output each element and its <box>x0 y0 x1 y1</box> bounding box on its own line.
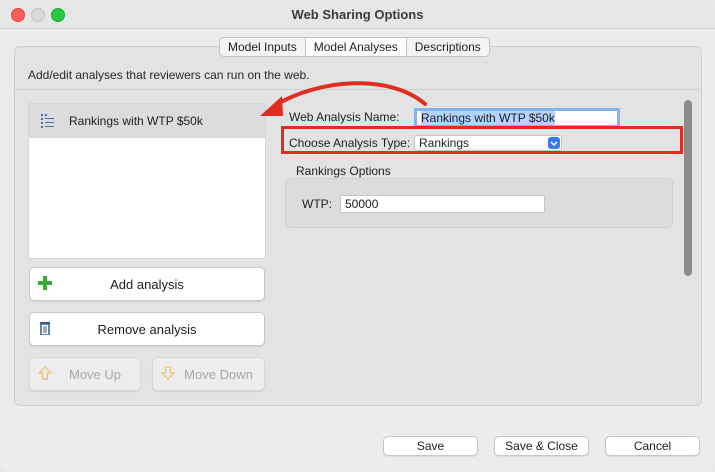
add-analysis-button[interactable]: Add analysis <box>29 267 265 301</box>
list-icon <box>41 114 54 128</box>
analysis-type-select[interactable]: Rankings <box>414 135 562 151</box>
remove-analysis-button[interactable]: Remove analysis <box>29 312 265 346</box>
move-down-button[interactable]: Move Down <box>152 357 265 391</box>
move-up-label: Move Up <box>68 367 122 382</box>
save-button[interactable]: Save <box>383 436 478 456</box>
rankings-options-title: Rankings Options <box>296 164 391 178</box>
scrollbar-thumb[interactable] <box>684 100 692 276</box>
web-analysis-name-value: Rankings with WTP $50k <box>421 111 555 125</box>
remove-analysis-label: Remove analysis <box>97 322 197 337</box>
annotation-arrow <box>260 81 427 116</box>
tab-model-inputs[interactable]: Model Inputs <box>220 38 306 56</box>
wtp-input[interactable]: 50000 <box>340 195 545 213</box>
analysis-type-label: Choose Analysis Type: <box>289 136 411 150</box>
move-down-label: Move Down <box>184 367 253 382</box>
move-up-button[interactable]: Move Up <box>29 357 141 391</box>
add-analysis-label: Add analysis <box>110 277 184 292</box>
list-item[interactable]: Rankings with WTP $50k <box>29 104 265 138</box>
tab-model-analyses[interactable]: Model Analyses <box>305 38 407 56</box>
save-and-close-button[interactable]: Save & Close <box>494 436 589 456</box>
tab-bar: Model Inputs Model Analyses Descriptions <box>219 37 490 57</box>
title-bar: Web Sharing Options <box>0 0 715 29</box>
window-title: Web Sharing Options <box>291 7 424 22</box>
web-analysis-name-input[interactable]: Rankings with WTP $50k <box>414 108 620 128</box>
wtp-label: WTP: <box>302 197 332 211</box>
analysis-type-value: Rankings <box>419 136 470 150</box>
cancel-button[interactable]: Cancel <box>605 436 700 456</box>
tab-descriptions[interactable]: Descriptions <box>407 38 489 56</box>
chevron-down-icon <box>548 137 560 149</box>
web-sharing-options-window: Web Sharing Options Model Inputs Model A… <box>0 0 715 472</box>
wtp-value: 50000 <box>345 197 379 211</box>
list-item-label: Rankings with WTP $50k <box>69 114 203 128</box>
analyses-list[interactable]: Rankings with WTP $50k <box>28 103 266 259</box>
